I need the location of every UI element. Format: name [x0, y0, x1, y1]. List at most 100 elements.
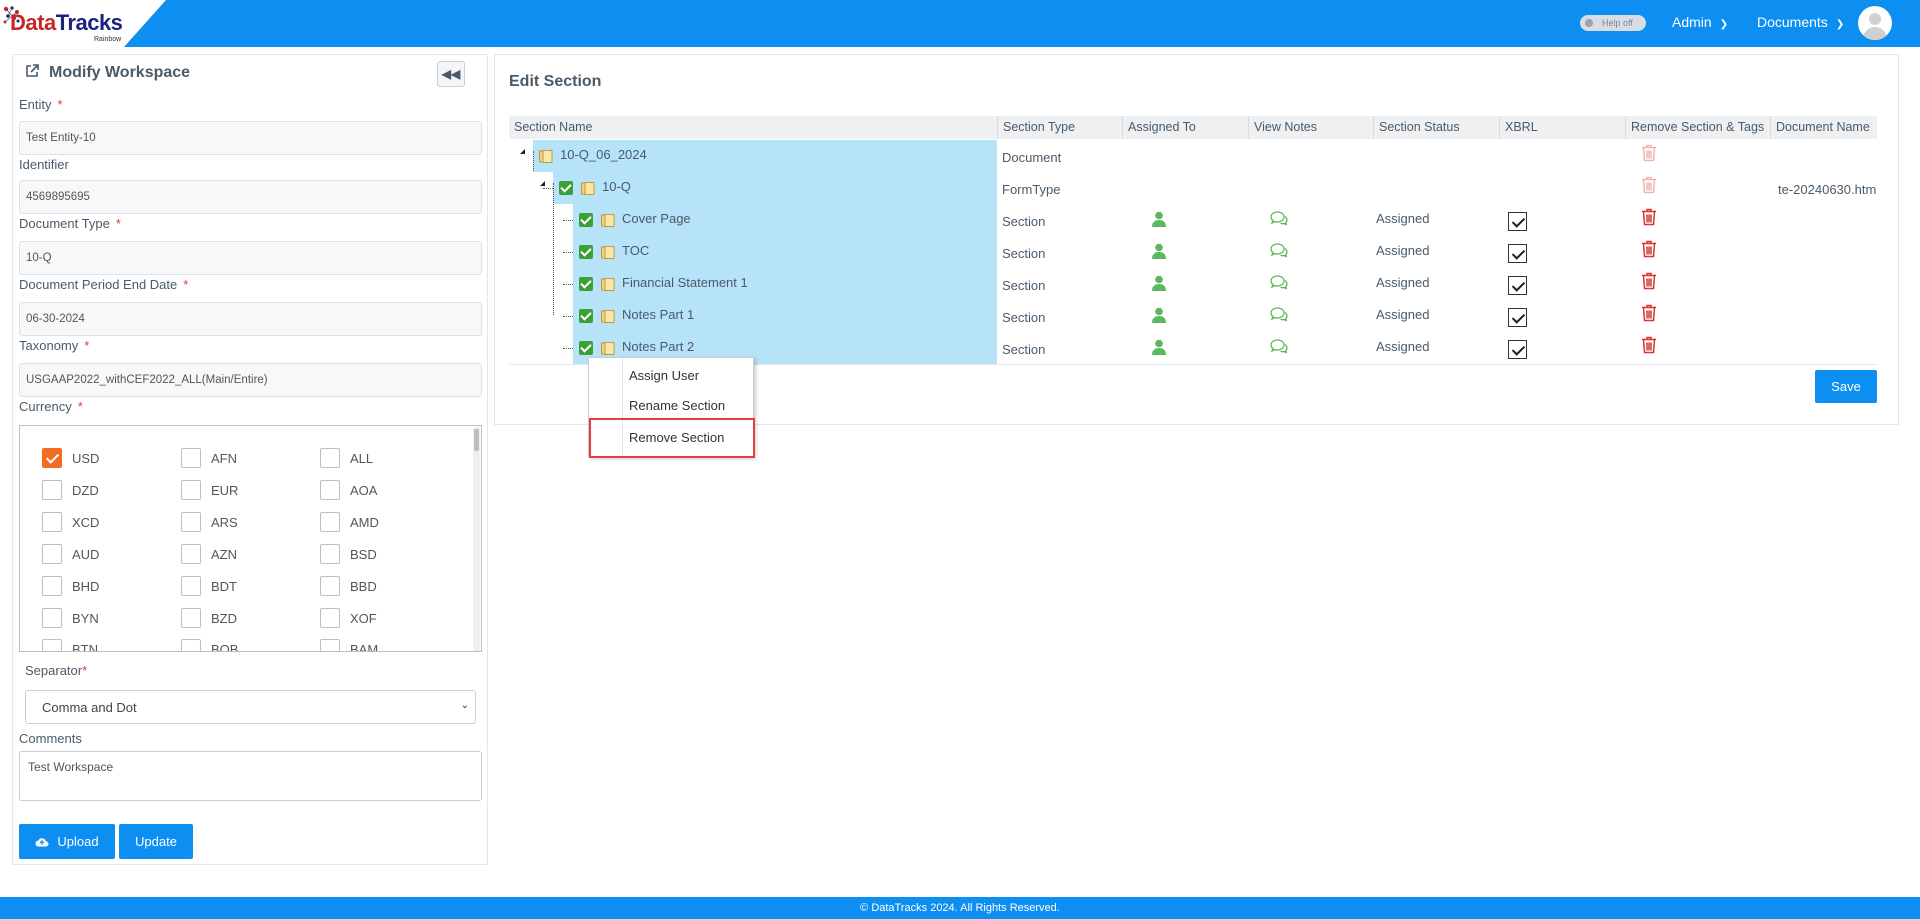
section-checkbox[interactable]: [579, 213, 593, 227]
currency-checkbox[interactable]: [320, 480, 340, 500]
currency-checkbox[interactable]: [181, 576, 201, 596]
section-name[interactable]: Notes Part 1: [622, 307, 694, 322]
xbrl-checkbox[interactable]: [1508, 276, 1527, 295]
currency-checkbox[interactable]: [42, 544, 62, 564]
section-checkbox[interactable]: [579, 245, 593, 259]
section-name[interactable]: Cover Page: [622, 211, 691, 226]
user-icon[interactable]: [1151, 339, 1167, 358]
currency-checkbox[interactable]: [320, 448, 340, 468]
currency-checkbox[interactable]: [320, 576, 340, 596]
comments-textarea[interactable]: Test Workspace: [19, 751, 482, 801]
section-name[interactable]: TOC: [622, 243, 649, 258]
user-icon[interactable]: [1151, 275, 1167, 294]
currency-checkbox[interactable]: [181, 608, 201, 628]
trash-icon[interactable]: [1641, 304, 1657, 325]
currency-checkbox[interactable]: [181, 448, 201, 468]
currency-scrollbar[interactable]: [473, 427, 480, 651]
table-row[interactable]: Financial Statement 1 Section Assigned: [495, 268, 1895, 300]
entity-field[interactable]: Test Entity-10: [19, 121, 482, 155]
comments-icon[interactable]: [1270, 307, 1288, 324]
comments-icon[interactable]: [1270, 211, 1288, 228]
section-type: Document: [1002, 150, 1062, 165]
trash-icon[interactable]: [1641, 208, 1657, 229]
trash-icon[interactable]: [1641, 240, 1657, 261]
documents-menu[interactable]: Documents ❯: [1757, 14, 1844, 30]
help-toggle[interactable]: Help off: [1580, 15, 1646, 31]
currency-checkbox[interactable]: [42, 639, 62, 651]
upload-button[interactable]: Upload: [19, 824, 115, 859]
table-row[interactable]: Notes Part 1 Section Assigned: [495, 300, 1895, 332]
currency-checkbox[interactable]: [42, 608, 62, 628]
currency-checkbox[interactable]: [181, 639, 201, 651]
section-checkbox[interactable]: [579, 341, 593, 355]
comments-icon[interactable]: [1270, 339, 1288, 356]
table-row[interactable]: TOC Section Assigned: [495, 236, 1895, 268]
table-row[interactable]: Cover Page Section Assigned: [495, 204, 1895, 236]
tree-branch-line: [563, 348, 573, 349]
currency-checkbox-list[interactable]: USD AFN ALL DZD EUR AOA XCD ARS AMD AUD AZN BSD BHD B…: [19, 425, 482, 652]
section-name[interactable]: 10-Q: [602, 179, 631, 194]
modify-workspace-panel: Modify Workspace ◀◀ Entity * Test Entity-…: [12, 54, 488, 865]
period-end-date-field[interactable]: 06-30-2024: [19, 302, 482, 336]
remove-section-highlight: [589, 418, 755, 458]
currency-checkbox[interactable]: [320, 544, 340, 564]
section-checkbox[interactable]: [559, 181, 573, 195]
logo-text: DataTracks: [10, 10, 123, 35]
currency-checkbox[interactable]: [42, 480, 62, 500]
table-header: Section Name Section Type Assigned To Vi…: [509, 116, 1877, 139]
folder-icon: [581, 182, 595, 195]
xbrl-checkbox[interactable]: [1508, 308, 1527, 327]
logo[interactable]: DataTracks Rainbow: [0, 0, 166, 47]
taxonomy-field[interactable]: USGAAP2022_withCEF2022_ALL(Main/Entire): [19, 363, 482, 397]
admin-menu[interactable]: Admin ❯: [1672, 14, 1728, 30]
currency-checkbox[interactable]: [42, 576, 62, 596]
separator-select[interactable]: Comma and Dot ⌄: [25, 690, 476, 724]
currency-checkbox[interactable]: [42, 512, 62, 532]
section-checkbox[interactable]: [579, 277, 593, 291]
section-checkbox[interactable]: [579, 309, 593, 323]
table-row[interactable]: 10-Q_06_2024 Document: [495, 140, 1895, 172]
section-name[interactable]: 10-Q_06_2024: [560, 147, 647, 162]
collapse-panel-button[interactable]: ◀◀: [437, 61, 465, 87]
currency-checkbox[interactable]: [181, 480, 201, 500]
comments-icon[interactable]: [1270, 243, 1288, 260]
section-status: Assigned: [1376, 275, 1430, 290]
trash-icon[interactable]: [1641, 144, 1657, 165]
currency-checkbox[interactable]: [42, 448, 62, 468]
currency-checkbox[interactable]: [320, 512, 340, 532]
avatar-icon[interactable]: [1858, 6, 1892, 40]
trash-icon[interactable]: [1641, 176, 1657, 197]
currency-code: BBD: [350, 579, 377, 594]
identifier-field[interactable]: 4569895695: [19, 180, 482, 214]
folder-icon: [601, 246, 615, 259]
section-name[interactable]: Notes Part 2: [622, 339, 694, 354]
user-icon[interactable]: [1151, 211, 1167, 230]
col-xbrl: XBRL: [1499, 116, 1625, 139]
section-type: Section: [1002, 310, 1046, 325]
trash-icon[interactable]: [1641, 336, 1657, 357]
currency-checkbox[interactable]: [320, 639, 340, 651]
xbrl-checkbox[interactable]: [1508, 212, 1527, 231]
tree-branch-line: [563, 284, 573, 285]
document-type-field[interactable]: 10-Q: [19, 241, 482, 275]
tree-expander-icon[interactable]: [520, 149, 525, 154]
section-status: Assigned: [1376, 307, 1430, 322]
currency-checkbox[interactable]: [320, 608, 340, 628]
user-icon[interactable]: [1151, 307, 1167, 326]
menu-item-assign-user[interactable]: Assign User: [629, 368, 699, 383]
user-icon[interactable]: [1151, 243, 1167, 262]
table-row[interactable]: 10-Q FormType te-20240630.htm: [495, 172, 1895, 204]
section-name[interactable]: Financial Statement 1: [622, 275, 748, 290]
comments-icon[interactable]: [1270, 275, 1288, 292]
menu-item-rename-section[interactable]: Rename Section: [629, 398, 725, 413]
currency-code: AZN: [211, 547, 237, 562]
save-button[interactable]: Save: [1815, 370, 1877, 403]
trash-icon[interactable]: [1641, 272, 1657, 293]
currency-checkbox[interactable]: [181, 512, 201, 532]
tree-expander-icon[interactable]: [540, 181, 545, 186]
xbrl-checkbox[interactable]: [1508, 340, 1527, 359]
currency-checkbox[interactable]: [181, 544, 201, 564]
update-button[interactable]: Update: [119, 824, 193, 859]
currency-code: AMD: [350, 515, 379, 530]
xbrl-checkbox[interactable]: [1508, 244, 1527, 263]
